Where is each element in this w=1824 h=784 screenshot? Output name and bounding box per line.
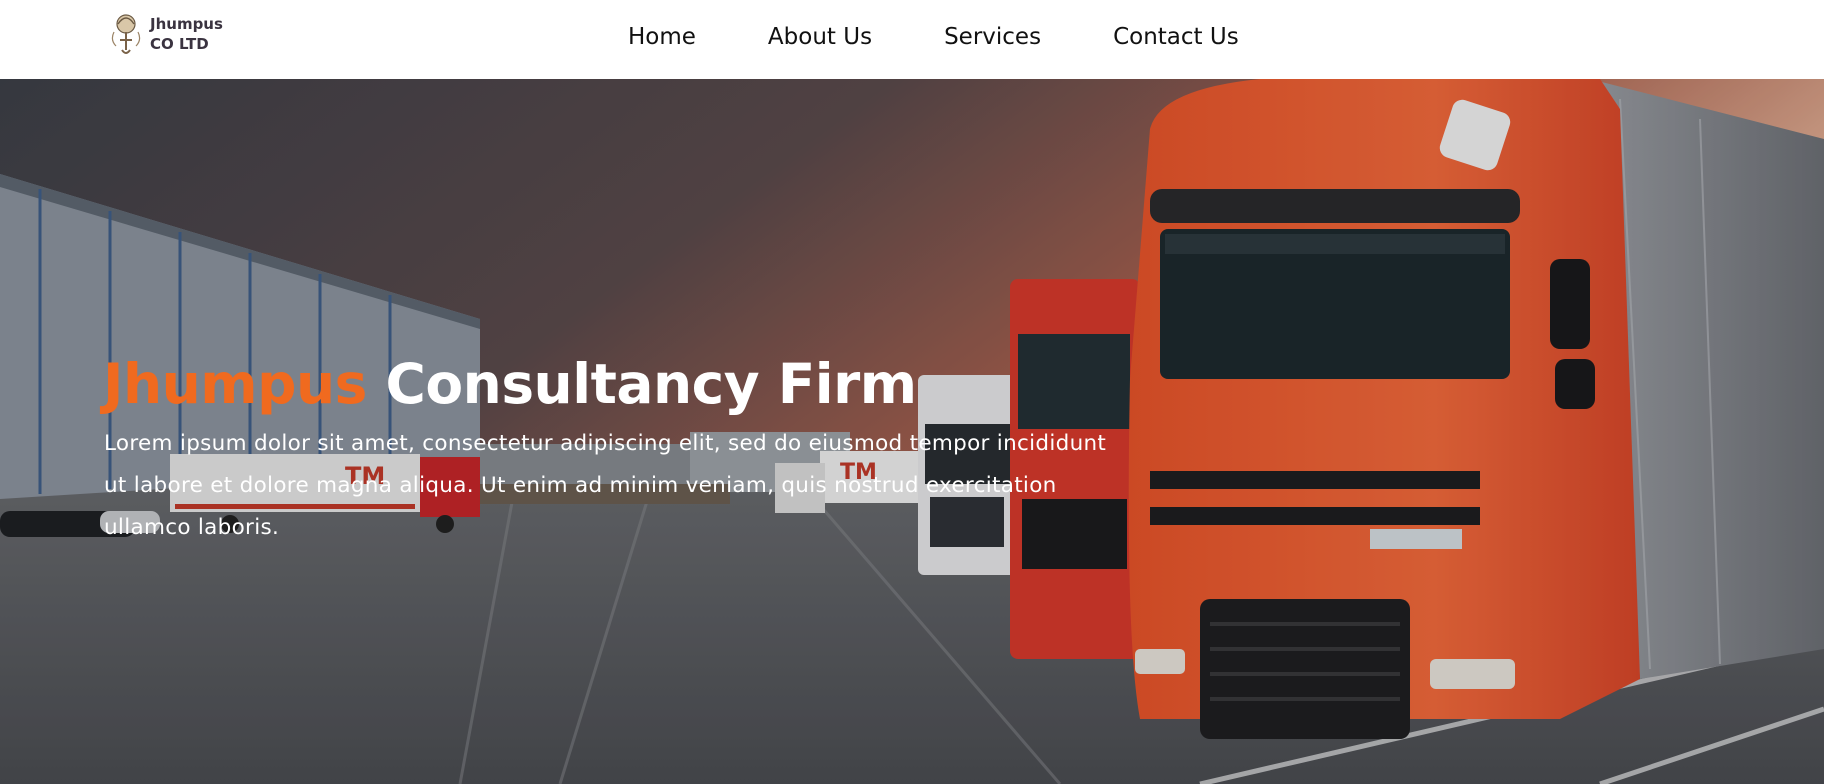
brand-name-line2: CO LTD [150, 35, 209, 53]
hero-description: Lorem ipsum dolor sit amet, consectetur … [104, 423, 1244, 549]
nav-about-link[interactable]: About Us [768, 24, 872, 50]
hero-title-rest: Consultancy Firm [385, 352, 918, 416]
hero-description-line: Lorem ipsum dolor sit amet, consectetur … [104, 431, 1107, 456]
logo-emblem-icon [111, 14, 141, 54]
brand-name-line1: Jhumpus [150, 15, 223, 33]
hero-description-line: ut labore et dolore magna aliqua. Ut eni… [104, 473, 1057, 498]
brand-name: Jhumpus CO LTD [150, 14, 223, 54]
hero-title-accent: Jhumpus [103, 352, 367, 416]
hero-description-line: ullamco laboris. [104, 515, 280, 540]
hero-title: Jhumpus Consultancy Firm [103, 352, 917, 416]
top-navbar: Jhumpus CO LTD Home About Us Services Co… [0, 0, 1824, 79]
nav-home-link[interactable]: Home [628, 24, 696, 50]
nav-services-link[interactable]: Services [944, 24, 1041, 50]
brand-logo[interactable]: Jhumpus CO LTD [106, 10, 223, 58]
nav-contact-link[interactable]: Contact Us [1113, 24, 1239, 50]
hero-banner: TM TM Jhumpus Consultancy Firm Lorem ips… [0, 79, 1824, 784]
main-nav: Home About Us Services Contact Us [628, 22, 1239, 52]
